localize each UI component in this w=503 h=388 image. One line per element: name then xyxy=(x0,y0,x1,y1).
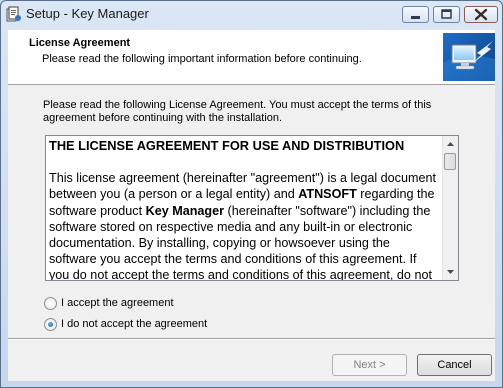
license-text: THE LICENSE AGREEMENT FOR USE AND DISTRI… xyxy=(49,138,439,280)
maximize-button[interactable] xyxy=(433,6,460,23)
license-heading: THE LICENSE AGREEMENT FOR USE AND DISTRI… xyxy=(49,138,405,153)
scroll-up-arrow-icon[interactable] xyxy=(443,136,458,152)
page-title: License Agreement xyxy=(29,37,131,49)
close-icon xyxy=(474,8,488,21)
decline-option[interactable]: I do not accept the agreement xyxy=(44,316,207,332)
minimize-button[interactable] xyxy=(402,6,429,23)
close-button[interactable] xyxy=(464,6,498,23)
accept-radio[interactable] xyxy=(44,296,57,310)
license-text-box[interactable]: THE LICENSE AGREEMENT FOR USE AND DISTRI… xyxy=(45,135,459,281)
cancel-button[interactable]: Cancel xyxy=(417,354,492,376)
computer-setup-icon xyxy=(443,33,495,81)
accept-label[interactable]: I accept the agreement xyxy=(61,297,174,309)
wizard-header: License Agreement Please read the follow… xyxy=(8,30,495,85)
maximize-icon xyxy=(441,9,452,19)
minimize-icon xyxy=(411,16,420,19)
title-bar[interactable]: Setup - Key Manager xyxy=(1,1,502,29)
accept-option[interactable]: I accept the agreement xyxy=(44,295,174,311)
wizard-client-area: License Agreement Please read the follow… xyxy=(8,30,495,381)
setup-app-icon xyxy=(6,6,22,22)
decline-label[interactable]: I do not accept the agreement xyxy=(61,318,207,330)
footer-divider xyxy=(8,338,495,340)
scroll-down-arrow-icon[interactable] xyxy=(443,264,458,280)
window-title: Setup - Key Manager xyxy=(26,6,149,21)
next-button[interactable]: Next > xyxy=(332,354,407,376)
setup-window: Setup - Key Manager License Agreement Pl… xyxy=(0,0,503,388)
decline-radio[interactable] xyxy=(44,317,57,331)
scrollbar-thumb[interactable] xyxy=(444,153,456,170)
page-subtitle: Please read the following important info… xyxy=(42,53,362,65)
license-product: Key Manager xyxy=(145,203,225,218)
license-scrollbar[interactable] xyxy=(442,136,458,280)
license-company: ATNSOFT xyxy=(298,187,357,202)
instructions-text: Please read the following License Agreem… xyxy=(43,99,432,124)
